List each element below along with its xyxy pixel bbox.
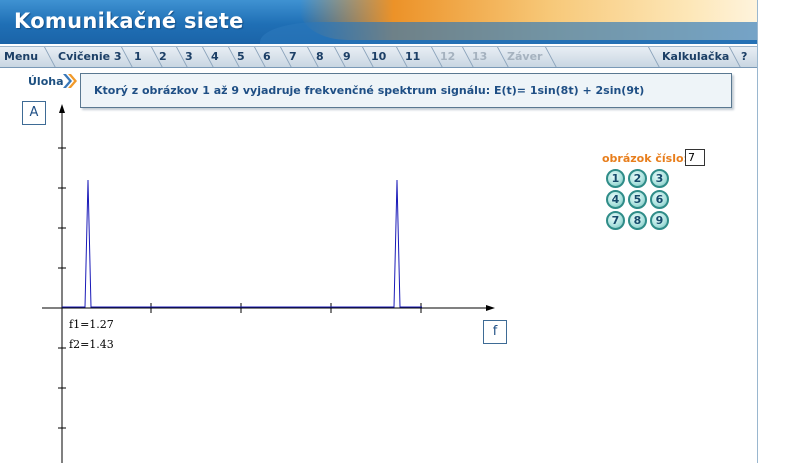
picture-button-5[interactable]: 5 (628, 190, 647, 209)
f1-value: f1=1.27 (69, 318, 114, 331)
x-axis-arrow (486, 305, 495, 311)
picture-button-2[interactable]: 2 (628, 169, 647, 188)
spectrum-graph (42, 104, 495, 463)
picture-number-field[interactable]: 7 (685, 149, 705, 166)
picture-button-3[interactable]: 3 (650, 169, 669, 188)
picture-button-9[interactable]: 9 (650, 211, 669, 230)
picture-button-4[interactable]: 4 (606, 190, 625, 209)
spectrum-line (62, 179, 422, 308)
picture-button-6[interactable]: 6 (650, 190, 669, 209)
y-axis-arrow (59, 104, 65, 113)
picture-number-label: obrázok číslo: (602, 152, 688, 165)
picture-button-1[interactable]: 1 (606, 169, 625, 188)
f2-value: f2=1.43 (69, 338, 114, 351)
picture-button-7[interactable]: 7 (606, 211, 625, 230)
app-window: Komunikačné siete Menu Cvičenie 312345678… (0, 0, 758, 463)
picture-button-8[interactable]: 8 (628, 211, 647, 230)
